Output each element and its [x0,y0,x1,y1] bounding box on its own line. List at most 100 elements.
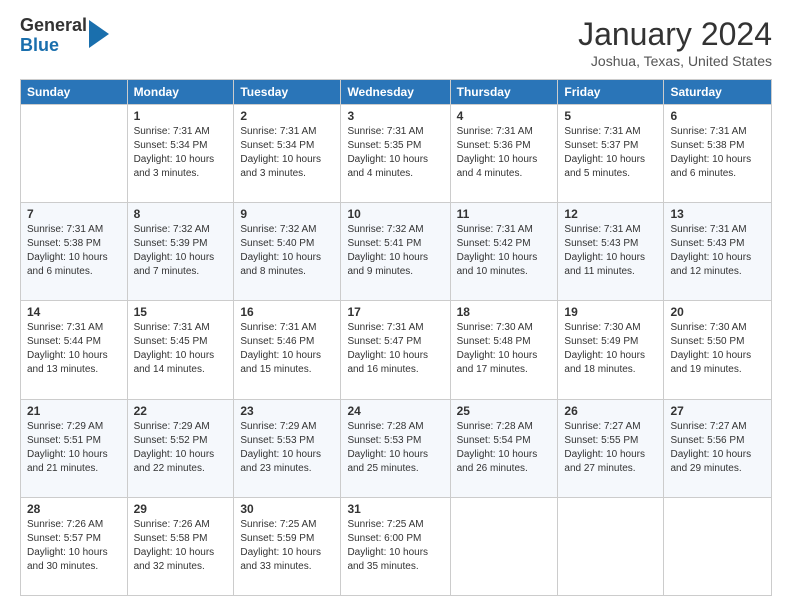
logo: General Blue [20,16,109,56]
col-saturday: Saturday [664,80,772,105]
day-info: Sunrise: 7:31 AMSunset: 5:46 PMDaylight:… [240,321,334,377]
day-info: Sunrise: 7:26 AMSunset: 5:57 PMDaylight:… [27,518,121,574]
day-info: Sunrise: 7:28 AMSunset: 5:53 PMDaylight:… [347,420,443,476]
day-info: Sunrise: 7:31 AMSunset: 5:42 PMDaylight:… [457,223,552,279]
day-number: 24 [347,404,443,418]
day-number: 31 [347,502,443,516]
day-info: Sunrise: 7:32 AMSunset: 5:40 PMDaylight:… [240,223,334,279]
day-number: 28 [27,502,121,516]
calendar-cell: 11 Sunrise: 7:31 AMSunset: 5:42 PMDayligh… [450,203,558,301]
day-number: 8 [134,207,228,221]
calendar-cell: 12Sunrise: 7:31 AMSunset: 5:43 PMDayligh… [558,203,664,301]
calendar-cell: 23Sunrise: 7:29 AMSunset: 5:53 PMDayligh… [234,399,341,497]
day-info: Sunrise: 7:32 AMSunset: 5:39 PMDaylight:… [134,223,228,279]
calendar-cell: 14Sunrise: 7:31 AMSunset: 5:44 PMDayligh… [21,301,128,399]
calendar-header: Sunday Monday Tuesday Wednesday Thursday… [21,80,772,105]
calendar-cell: 30 Sunrise: 7:25 AMSunset: 5:59 PMDayligh… [234,497,341,595]
day-number: 3 [347,109,443,123]
calendar-row-0: 1Sunrise: 7:31 AMSunset: 5:34 PMDaylight… [21,105,772,203]
day-number: 9 [240,207,334,221]
calendar-cell: 9 Sunrise: 7:32 AMSunset: 5:40 PMDaylight… [234,203,341,301]
calendar-cell: 6Sunrise: 7:31 AMSunset: 5:38 PMDaylight… [664,105,772,203]
calendar-table: Sunday Monday Tuesday Wednesday Thursday… [20,79,772,596]
calendar-body: 1Sunrise: 7:31 AMSunset: 5:34 PMDaylight… [21,105,772,596]
day-info: Sunrise: 7:30 AMSunset: 5:49 PMDaylight:… [564,321,657,377]
calendar-cell: 25 Sunrise: 7:28 AMSunset: 5:54 PMDayligh… [450,399,558,497]
day-info: Sunrise: 7:32 AMSunset: 5:41 PMDaylight:… [347,223,443,279]
logo-general: General [20,16,87,36]
calendar-cell: 17 Sunrise: 7:31 AMSunset: 5:47 PMDayligh… [341,301,450,399]
day-info: Sunrise: 7:29 AMSunset: 5:52 PMDaylight:… [134,420,228,476]
day-number: 25 [457,404,552,418]
day-number: 20 [670,305,765,319]
day-number: 17 [347,305,443,319]
day-number: 15 [134,305,228,319]
day-info: Sunrise: 7:29 AMSunset: 5:51 PMDaylight:… [27,420,121,476]
day-info: Sunrise: 7:30 AMSunset: 5:50 PMDaylight:… [670,321,765,377]
calendar-cell: 4Sunrise: 7:31 AMSunset: 5:36 PMDaylight… [450,105,558,203]
day-number: 10 [347,207,443,221]
day-info: Sunrise: 7:31 AMSunset: 5:38 PMDaylight:… [27,223,121,279]
day-info: Sunrise: 7:31 AMSunset: 5:45 PMDaylight:… [134,321,228,377]
calendar-cell: 20 Sunrise: 7:30 AMSunset: 5:50 PMDayligh… [664,301,772,399]
day-info: Sunrise: 7:31 AMSunset: 5:44 PMDaylight:… [27,321,121,377]
day-info: Sunrise: 7:25 AMSunset: 6:00 PMDaylight:… [347,518,443,574]
calendar-cell: 18 Sunrise: 7:30 AMSunset: 5:48 PMDayligh… [450,301,558,399]
col-friday: Friday [558,80,664,105]
calendar-cell: 8 Sunrise: 7:32 AMSunset: 5:39 PMDaylight… [127,203,234,301]
calendar-cell: 28 Sunrise: 7:26 AMSunset: 5:57 PMDayligh… [21,497,128,595]
day-info: Sunrise: 7:31 AMSunset: 5:34 PMDaylight:… [240,125,334,181]
day-number: 13 [670,207,765,221]
day-info: Sunrise: 7:31 AMSunset: 5:36 PMDaylight:… [457,125,552,181]
day-number: 29 [134,502,228,516]
day-info: Sunrise: 7:31 AMSunset: 5:43 PMDaylight:… [564,223,657,279]
header-row: Sunday Monday Tuesday Wednesday Thursday… [21,80,772,105]
calendar-cell [558,497,664,595]
day-number: 5 [564,109,657,123]
day-number: 11 [457,207,552,221]
day-number: 16 [240,305,334,319]
calendar-cell: 21Sunrise: 7:29 AMSunset: 5:51 PMDayligh… [21,399,128,497]
calendar-cell: 10 Sunrise: 7:32 AMSunset: 5:41 PMDayligh… [341,203,450,301]
day-number: 27 [670,404,765,418]
day-info: Sunrise: 7:29 AMSunset: 5:53 PMDaylight:… [240,420,334,476]
calendar-cell: 27Sunrise: 7:27 AMSunset: 5:56 PMDayligh… [664,399,772,497]
day-number: 30 [240,502,334,516]
location: Joshua, Texas, United States [578,53,772,69]
logo-blue: Blue [20,36,87,56]
logo-text: General Blue [20,16,87,56]
day-info: Sunrise: 7:31 AMSunset: 5:47 PMDaylight:… [347,321,443,377]
col-sunday: Sunday [21,80,128,105]
calendar-row-3: 21Sunrise: 7:29 AMSunset: 5:51 PMDayligh… [21,399,772,497]
header: General Blue January 2024 Joshua, Texas,… [20,16,772,69]
day-info: Sunrise: 7:31 AMSunset: 5:35 PMDaylight:… [347,125,443,181]
col-thursday: Thursday [450,80,558,105]
day-number: 22 [134,404,228,418]
calendar-cell: 1Sunrise: 7:31 AMSunset: 5:34 PMDaylight… [127,105,234,203]
calendar-cell [664,497,772,595]
calendar-cell: 22 Sunrise: 7:29 AMSunset: 5:52 PMDayligh… [127,399,234,497]
day-number: 19 [564,305,657,319]
day-info: Sunrise: 7:30 AMSunset: 5:48 PMDaylight:… [457,321,552,377]
day-info: Sunrise: 7:25 AMSunset: 5:59 PMDaylight:… [240,518,334,574]
calendar-row-1: 7 Sunrise: 7:31 AMSunset: 5:38 PMDaylight… [21,203,772,301]
calendar-cell: 3 Sunrise: 7:31 AMSunset: 5:35 PMDaylight… [341,105,450,203]
calendar-cell [21,105,128,203]
day-info: Sunrise: 7:31 AMSunset: 5:38 PMDaylight:… [670,125,765,181]
day-info: Sunrise: 7:31 AMSunset: 5:34 PMDaylight:… [134,125,228,181]
day-info: Sunrise: 7:28 AMSunset: 5:54 PMDaylight:… [457,420,552,476]
day-number: 7 [27,207,121,221]
calendar-cell: 5 Sunrise: 7:31 AMSunset: 5:37 PMDaylight… [558,105,664,203]
calendar-cell: 7 Sunrise: 7:31 AMSunset: 5:38 PMDaylight… [21,203,128,301]
calendar-cell: 15 Sunrise: 7:31 AMSunset: 5:45 PMDayligh… [127,301,234,399]
month-title: January 2024 [578,16,772,53]
calendar-cell: 26Sunrise: 7:27 AMSunset: 5:55 PMDayligh… [558,399,664,497]
day-info: Sunrise: 7:26 AMSunset: 5:58 PMDaylight:… [134,518,228,574]
title-block: January 2024 Joshua, Texas, United State… [578,16,772,69]
col-wednesday: Wednesday [341,80,450,105]
calendar-cell: 16 Sunrise: 7:31 AMSunset: 5:46 PMDayligh… [234,301,341,399]
col-tuesday: Tuesday [234,80,341,105]
logo-icon [89,20,109,48]
day-number: 18 [457,305,552,319]
day-info: Sunrise: 7:31 AMSunset: 5:37 PMDaylight:… [564,125,657,181]
